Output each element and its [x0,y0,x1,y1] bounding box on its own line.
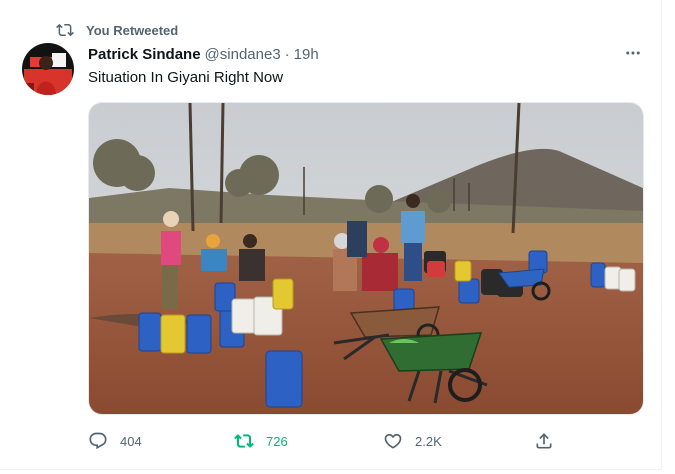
share-icon [536,433,552,449]
author-handle[interactable]: @sindane3 [205,46,281,63]
retweet-icon [56,23,74,37]
tweet-header: Patrick Sindane @sindane3 · 19h [88,44,319,64]
reply-count: 404 [120,433,142,449]
like-count: 2.2K [415,433,442,449]
reply-button[interactable]: 404 [88,428,142,454]
tweet-time[interactable]: 19h [294,46,319,63]
more-button[interactable] [622,44,644,62]
tweet-photo[interactable] [88,102,644,415]
author-name[interactable]: Patrick Sindane [88,46,201,63]
retweet-banner-label: You Retweeted [86,22,179,38]
reply-icon [89,432,107,450]
share-button[interactable] [534,428,566,454]
tweet-card[interactable]: You Retweeted Patrick Sindane @sindane3 … [0,0,662,470]
like-button[interactable]: 2.2K [383,428,442,454]
retweet-button[interactable]: 726 [234,428,288,454]
heart-icon [384,433,402,449]
separator-dot: · [284,45,290,63]
retweet-count: 726 [266,433,288,449]
retweet-banner: You Retweeted [56,21,178,39]
retweet-icon [234,434,254,448]
tweet-actions: 404 726 2.2K [88,428,558,454]
avatar[interactable] [22,43,74,95]
more-horizontal-icon [626,51,640,55]
tweet-text: Situation In Giyani Right Now [88,69,284,86]
